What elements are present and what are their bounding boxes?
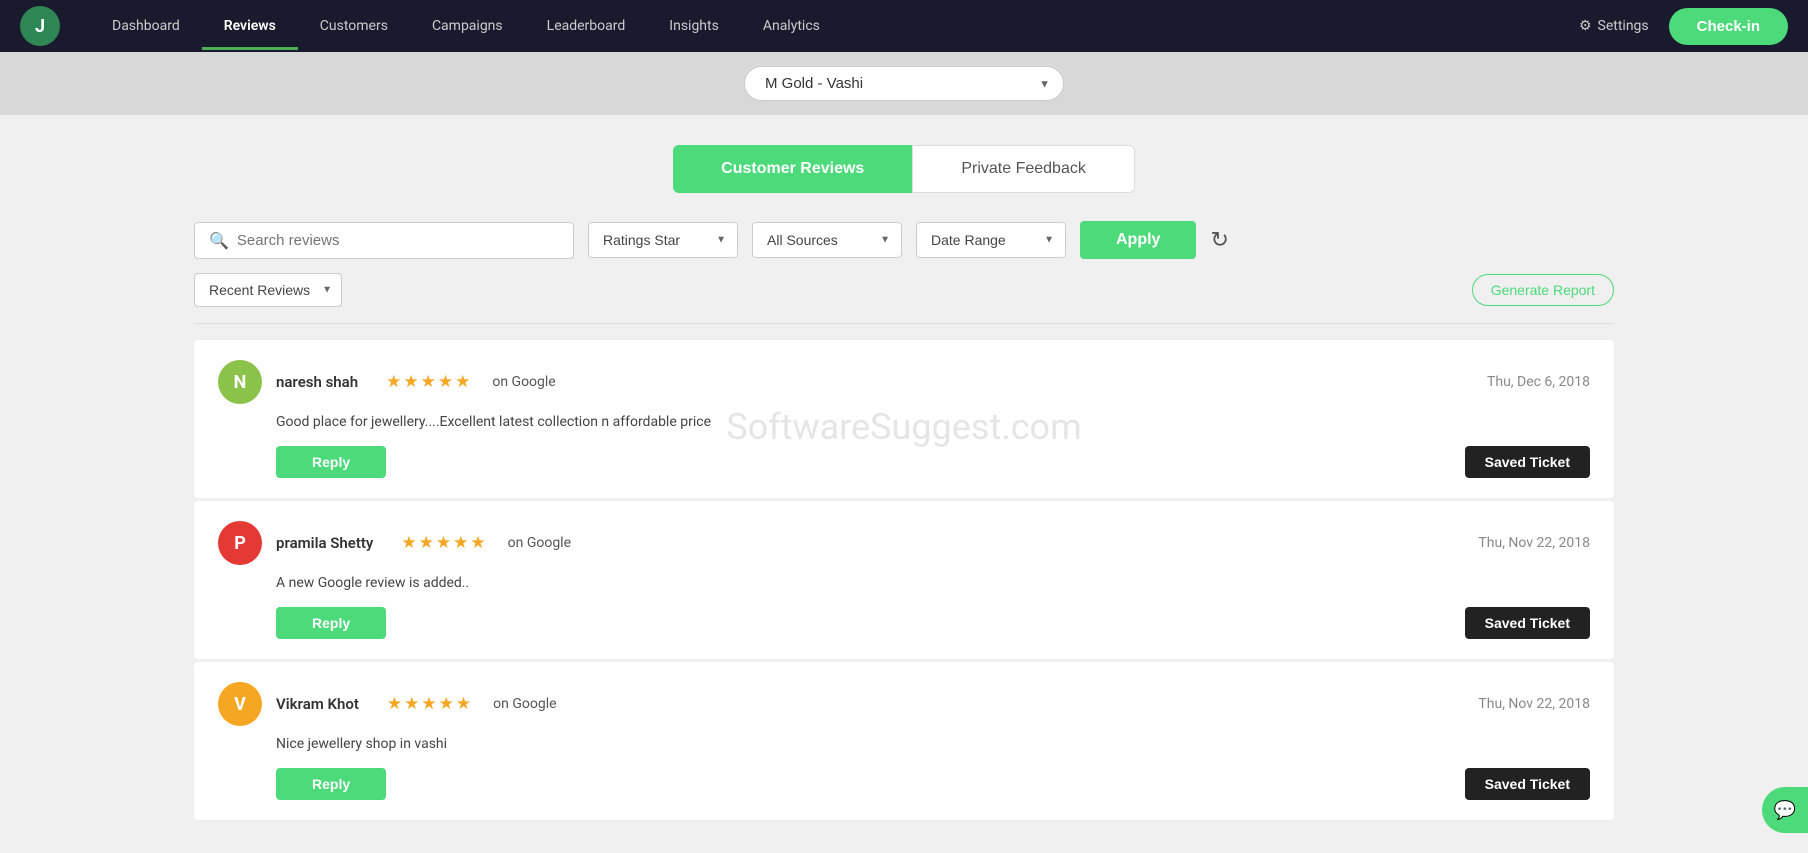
review-body: Nice jewellery shop in vashi xyxy=(276,736,1590,752)
star-rating: ★★★★★ xyxy=(387,694,471,714)
chat-icon: 💬 xyxy=(1774,800,1796,821)
settings-nav-item[interactable]: ⚙ Settings xyxy=(1579,18,1649,34)
saved-ticket-button[interactable]: Saved Ticket xyxy=(1465,768,1590,800)
review-body: A new Google review is added.. xyxy=(276,575,1590,591)
review-footer: Reply Saved Ticket xyxy=(276,607,1590,639)
store-selector-wrap: M Gold - VashiM Gold - ThaneM Gold - And… xyxy=(744,66,1064,101)
settings-label: Settings xyxy=(1598,18,1649,34)
review-source: on Google xyxy=(492,374,555,390)
star-icon: ★ xyxy=(401,533,416,553)
nav-item-leaderboard[interactable]: Leaderboard xyxy=(525,2,648,50)
second-filter-row: Recent Reviews Oldest First Highest Rate… xyxy=(194,273,1614,307)
review-source: on Google xyxy=(508,535,571,551)
review-card: V Vikram Khot ★★★★★ on Google Thu, Nov 2… xyxy=(194,662,1614,821)
reviewer-name: Vikram Khot xyxy=(276,695,359,713)
reply-button[interactable]: Reply xyxy=(276,446,386,478)
sources-select[interactable]: All Sources Google Facebook Yelp xyxy=(752,222,902,258)
review-header-left: V Vikram Khot ★★★★★ on Google xyxy=(218,682,557,726)
reply-button[interactable]: Reply xyxy=(276,768,386,800)
generate-report-button[interactable]: Generate Report xyxy=(1472,274,1614,306)
star-rating: ★★★★★ xyxy=(401,533,485,553)
star-icon: ★ xyxy=(453,533,468,553)
review-source: on Google xyxy=(493,696,556,712)
ratings-select-wrap: Ratings Star 1 Star 2 Stars 3 Stars 4 St… xyxy=(588,222,738,258)
tabs-row: Customer Reviews Private Feedback xyxy=(194,145,1614,193)
recent-select[interactable]: Recent Reviews Oldest First Highest Rate… xyxy=(194,273,342,307)
review-card: P pramila Shetty ★★★★★ on Google Thu, No… xyxy=(194,501,1614,660)
nav-item-dashboard[interactable]: Dashboard xyxy=(90,2,202,50)
saved-ticket-button[interactable]: Saved Ticket xyxy=(1465,446,1590,478)
star-icon: ★ xyxy=(386,372,401,392)
date-select[interactable]: Date Range Last 7 days Last 30 days Last… xyxy=(916,222,1066,258)
divider xyxy=(194,323,1614,324)
store-selector[interactable]: M Gold - VashiM Gold - ThaneM Gold - And… xyxy=(744,66,1064,101)
search-icon: 🔍 xyxy=(209,231,229,250)
gear-icon: ⚙ xyxy=(1579,18,1592,34)
search-wrap: 🔍 xyxy=(194,222,574,259)
date-select-wrap: Date Range Last 7 days Last 30 days Last… xyxy=(916,222,1066,258)
star-icon: ★ xyxy=(421,372,436,392)
nav-item-campaigns[interactable]: Campaigns xyxy=(410,2,525,50)
nav-item-insights[interactable]: Insights xyxy=(647,2,741,50)
apply-button[interactable]: Apply xyxy=(1080,221,1196,259)
review-footer: Reply Saved Ticket xyxy=(276,768,1590,800)
review-header: P pramila Shetty ★★★★★ on Google Thu, No… xyxy=(218,521,1590,565)
recent-select-wrap: Recent Reviews Oldest First Highest Rate… xyxy=(194,273,342,307)
star-icon: ★ xyxy=(403,372,418,392)
star-rating: ★★★★★ xyxy=(386,372,470,392)
main-content: Customer Reviews Private Feedback 🔍 Rati… xyxy=(174,115,1634,843)
nav-item-customers[interactable]: Customers xyxy=(298,2,410,50)
refresh-button[interactable]: ↻ xyxy=(1210,227,1228,253)
review-footer: Reply Saved Ticket xyxy=(276,446,1590,478)
avatar: P xyxy=(218,521,262,565)
nav-item-reviews[interactable]: Reviews xyxy=(202,2,298,50)
star-icon: ★ xyxy=(438,372,453,392)
reply-button[interactable]: Reply xyxy=(276,607,386,639)
nav-item-analytics[interactable]: Analytics xyxy=(741,2,842,50)
checkin-button[interactable]: Check-in xyxy=(1669,8,1788,45)
reviewer-name: naresh shah xyxy=(276,373,358,391)
sources-select-wrap: All Sources Google Facebook Yelp xyxy=(752,222,902,258)
review-date: Thu, Nov 22, 2018 xyxy=(1478,535,1590,551)
star-icon: ★ xyxy=(404,694,419,714)
filter-row: 🔍 Ratings Star 1 Star 2 Stars 3 Stars 4 … xyxy=(194,221,1614,259)
review-date: Thu, Nov 22, 2018 xyxy=(1478,696,1590,712)
review-header: N naresh shah ★★★★★ on Google Thu, Dec 6… xyxy=(218,360,1590,404)
store-bar: M Gold - VashiM Gold - ThaneM Gold - And… xyxy=(0,52,1808,115)
star-icon: ★ xyxy=(470,533,485,553)
review-card: N naresh shah ★★★★★ on Google Thu, Dec 6… xyxy=(194,340,1614,499)
refresh-icon: ↻ xyxy=(1210,227,1228,253)
review-header-left: P pramila Shetty ★★★★★ on Google xyxy=(218,521,571,565)
star-icon: ★ xyxy=(439,694,454,714)
star-icon: ★ xyxy=(419,533,434,553)
reviews-list: N naresh shah ★★★★★ on Google Thu, Dec 6… xyxy=(194,340,1614,821)
chat-bubble[interactable]: 💬 xyxy=(1762,787,1808,833)
star-icon: ★ xyxy=(436,533,451,553)
saved-ticket-button[interactable]: Saved Ticket xyxy=(1465,607,1590,639)
star-icon: ★ xyxy=(455,372,470,392)
navbar: J DashboardReviewsCustomersCampaignsLead… xyxy=(0,0,1808,52)
review-header: V Vikram Khot ★★★★★ on Google Thu, Nov 2… xyxy=(218,682,1590,726)
review-header-left: N naresh shah ★★★★★ on Google xyxy=(218,360,556,404)
avatar: N xyxy=(218,360,262,404)
avatar: V xyxy=(218,682,262,726)
tab-private-feedback[interactable]: Private Feedback xyxy=(912,145,1135,193)
star-icon: ★ xyxy=(387,694,402,714)
ratings-select[interactable]: Ratings Star 1 Star 2 Stars 3 Stars 4 St… xyxy=(588,222,738,258)
reviewer-name: pramila Shetty xyxy=(276,534,373,552)
star-icon: ★ xyxy=(421,694,436,714)
review-body: Good place for jewellery....Excellent la… xyxy=(276,414,1590,430)
tab-customer-reviews[interactable]: Customer Reviews xyxy=(673,145,912,193)
nav-links: DashboardReviewsCustomersCampaignsLeader… xyxy=(90,2,1569,50)
logo[interactable]: J xyxy=(20,6,60,46)
review-date: Thu, Dec 6, 2018 xyxy=(1487,374,1590,390)
star-icon: ★ xyxy=(456,694,471,714)
search-input[interactable] xyxy=(237,232,559,249)
